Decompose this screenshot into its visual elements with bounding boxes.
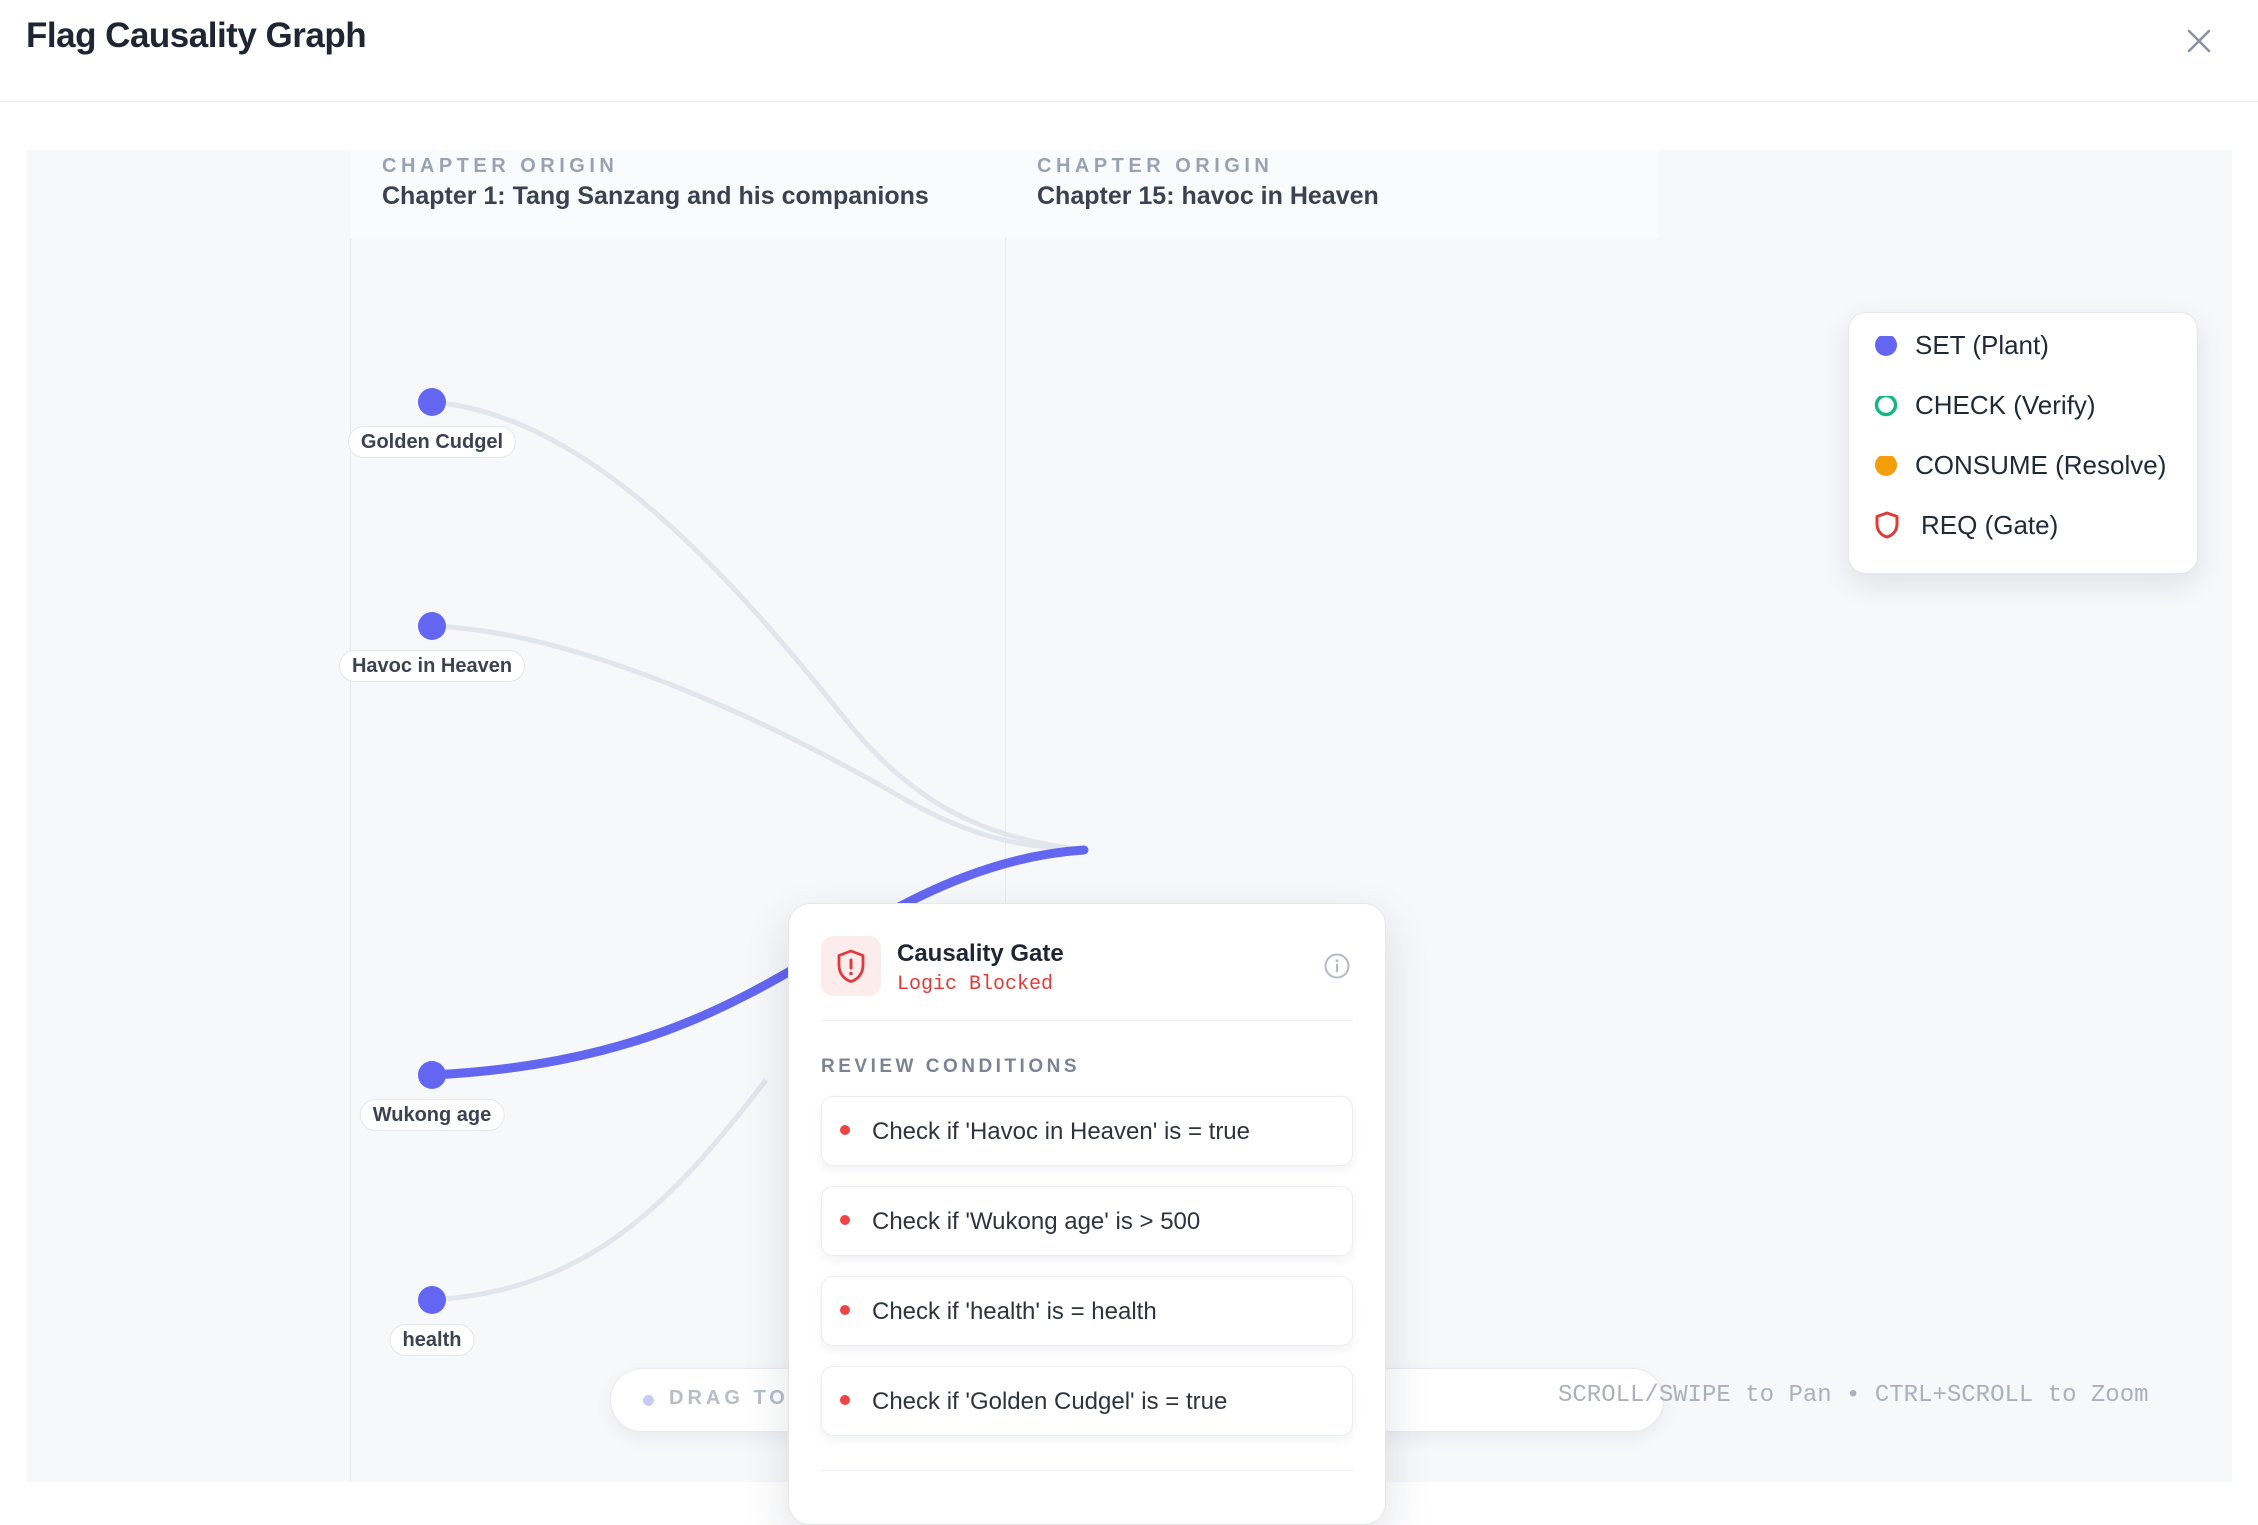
legend: SET (Plant) CHECK (Verify) CONSUME (Reso… xyxy=(1848,312,2198,574)
condition-item[interactable]: Check if 'Golden Cudgel' is = true xyxy=(821,1366,1353,1436)
panel-title: Causality Gate xyxy=(897,940,1064,967)
consume-dot-icon xyxy=(1875,456,1897,476)
node-label: Golden Cudgel xyxy=(347,426,517,458)
modal-header: Flag Causality Graph xyxy=(0,0,2258,102)
modal-title: Flag Causality Graph xyxy=(26,16,367,55)
gate-detail-panel: Causality Gate Logic Blocked REVIEW COND… xyxy=(788,903,1386,1525)
node-label: Havoc in Heaven xyxy=(338,650,526,682)
legend-label: CONSUME (Resolve) xyxy=(1915,450,2167,480)
pan-zoom-hint: SCROLL/SWIPE to Pan • CTRL+SCROLL to Zoo… xyxy=(1558,1382,2149,1409)
legend-label: SET (Plant) xyxy=(1915,330,2049,360)
condition-text: Check if 'Wukong age' is > 500 xyxy=(872,1208,1201,1235)
bullet xyxy=(840,1305,850,1315)
edge-havoc-in-heaven xyxy=(431,623,1085,853)
info-button[interactable] xyxy=(1323,952,1351,985)
panel-icon-badge xyxy=(821,936,881,996)
divider xyxy=(821,1020,1353,1021)
node-wukong-age[interactable] xyxy=(418,1061,446,1089)
condition-text: Check if 'Golden Cudgel' is = true xyxy=(872,1388,1228,1415)
check-ring-icon xyxy=(1874,396,1898,417)
node-label: Wukong age xyxy=(359,1099,505,1131)
condition-item[interactable]: Check if 'Wukong age' is > 500 xyxy=(821,1186,1353,1256)
shield-icon xyxy=(1875,511,1899,539)
node-health[interactable] xyxy=(418,1286,446,1314)
bullet xyxy=(840,1125,850,1135)
panel-status: Logic Blocked xyxy=(897,973,1054,996)
node-havoc-in-heaven[interactable] xyxy=(418,612,446,640)
legend-label: CHECK (Verify) xyxy=(1915,390,2096,420)
hint-dot xyxy=(643,1395,654,1406)
condition-text: Check if 'Havoc in Heaven' is = true xyxy=(872,1118,1250,1145)
condition-text: Check if 'health' is = health xyxy=(872,1298,1157,1325)
edge-golden-cudgel xyxy=(431,399,1085,853)
close-icon xyxy=(2187,29,2211,53)
node-golden-cudgel[interactable] xyxy=(418,388,446,416)
bullet xyxy=(840,1215,850,1225)
bullet xyxy=(840,1395,850,1405)
legend-label: REQ (Gate) xyxy=(1921,510,2059,540)
close-button[interactable] xyxy=(2178,20,2220,62)
node-label: health xyxy=(389,1324,475,1356)
condition-item[interactable]: Check if 'health' is = health xyxy=(821,1276,1353,1346)
shield-alert-icon xyxy=(837,949,865,983)
set-dot-icon xyxy=(1875,336,1897,356)
divider xyxy=(821,1470,1353,1471)
info-icon xyxy=(1324,953,1350,979)
conditions-heading: REVIEW CONDITIONS xyxy=(821,1056,1081,1077)
condition-item[interactable]: Check if 'Havoc in Heaven' is = true xyxy=(821,1096,1353,1166)
